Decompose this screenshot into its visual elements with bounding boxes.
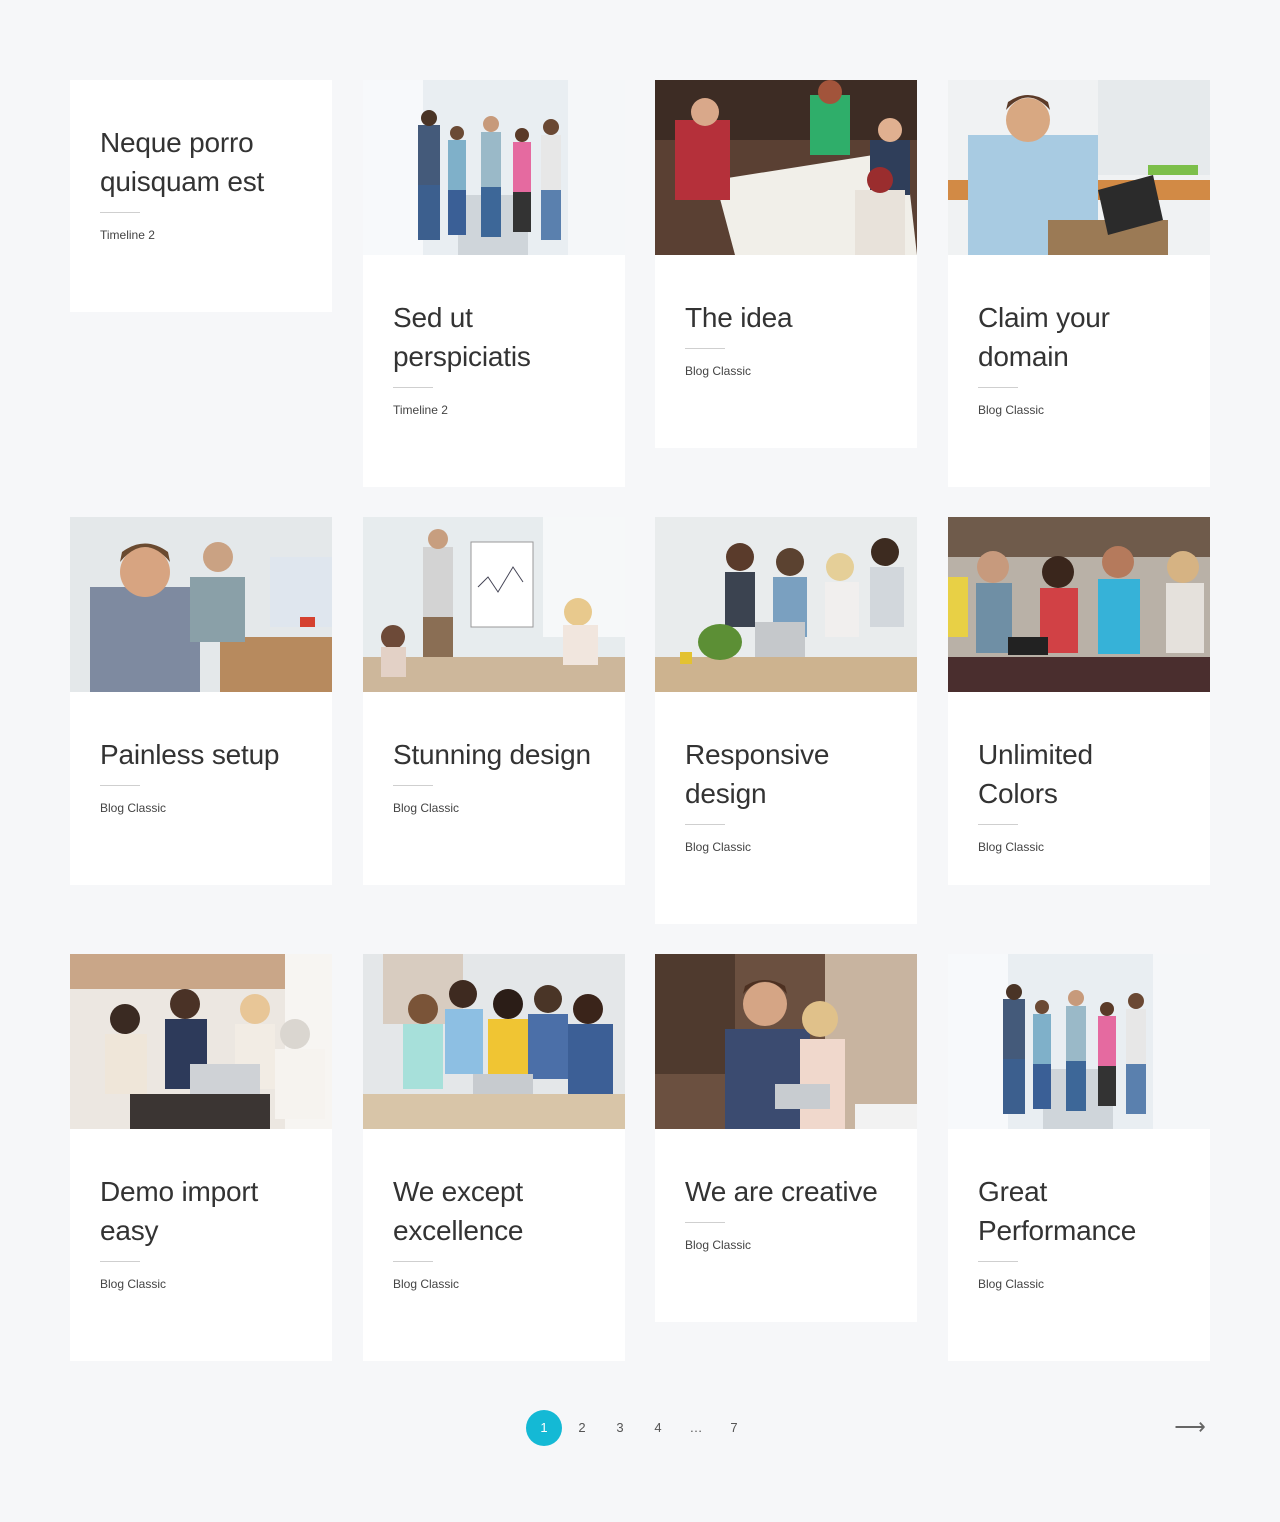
title-divider: [100, 1261, 140, 1262]
page-4-link[interactable]: 4: [640, 1410, 676, 1446]
post-card[interactable]: Neque porro quisquam est Timeline 2: [70, 80, 332, 312]
post-title[interactable]: The idea: [685, 298, 887, 337]
page-7-link[interactable]: 7: [716, 1410, 752, 1446]
post-category[interactable]: Blog Classic: [685, 1238, 887, 1252]
post-title[interactable]: Painless setup: [100, 735, 302, 774]
post-card[interactable]: Responsive design Blog Classic: [655, 517, 917, 924]
arrow-right-icon[interactable]: ⟶: [1172, 1410, 1208, 1446]
post-card[interactable]: The idea Blog Classic: [655, 80, 917, 448]
title-divider: [978, 824, 1018, 825]
post-category[interactable]: Blog Classic: [978, 403, 1180, 417]
title-divider: [393, 785, 433, 786]
title-divider: [685, 1222, 725, 1223]
post-thumbnail[interactable]: [948, 80, 1210, 255]
pagination: 1 2 3 4 … 7 ⟶: [0, 1410, 1280, 1446]
post-thumbnail[interactable]: [655, 517, 917, 692]
title-divider: [100, 212, 140, 213]
post-card[interactable]: Great Performance Blog Classic: [948, 954, 1210, 1361]
title-divider: [100, 785, 140, 786]
post-thumbnail[interactable]: [363, 517, 625, 692]
post-thumbnail[interactable]: [948, 517, 1210, 692]
post-category[interactable]: Timeline 2: [100, 228, 302, 242]
post-title[interactable]: We are creative: [685, 1172, 887, 1211]
title-divider: [978, 1261, 1018, 1262]
post-card[interactable]: Painless setup Blog Classic: [70, 517, 332, 885]
title-divider: [685, 348, 725, 349]
post-card[interactable]: We except excellence Blog Classic: [363, 954, 625, 1361]
post-card[interactable]: Stunning design Blog Classic: [363, 517, 625, 885]
title-divider: [978, 387, 1018, 388]
title-divider: [393, 1261, 433, 1262]
post-card[interactable]: We are creative Blog Classic: [655, 954, 917, 1322]
post-category[interactable]: Blog Classic: [393, 801, 595, 815]
post-category[interactable]: Timeline 2: [393, 403, 595, 417]
blog-grid: Neque porro quisquam est Timeline 2 Sed …: [0, 0, 1280, 1522]
post-title[interactable]: Unlimited Colors: [978, 735, 1180, 813]
post-title[interactable]: Responsive design: [685, 735, 887, 813]
post-card[interactable]: Unlimited Colors Blog Classic: [948, 517, 1210, 885]
post-title[interactable]: We except excellence: [393, 1172, 595, 1250]
post-card[interactable]: Claim your domain Blog Classic: [948, 80, 1210, 487]
post-title[interactable]: Stunning design: [393, 735, 595, 774]
page-ellipsis: …: [689, 1420, 703, 1435]
post-category[interactable]: Blog Classic: [100, 1277, 302, 1291]
title-divider: [685, 824, 725, 825]
post-title[interactable]: Neque porro quisquam est: [100, 123, 302, 201]
page-3-link[interactable]: 3: [602, 1410, 638, 1446]
post-title[interactable]: Demo import easy: [100, 1172, 302, 1250]
post-thumbnail[interactable]: [70, 517, 332, 692]
post-thumbnail[interactable]: [655, 954, 917, 1129]
post-category[interactable]: Blog Classic: [685, 364, 887, 378]
post-category[interactable]: Blog Classic: [100, 801, 302, 815]
post-category[interactable]: Blog Classic: [393, 1277, 595, 1291]
page-2-link[interactable]: 2: [564, 1410, 600, 1446]
post-thumbnail[interactable]: [70, 954, 332, 1129]
post-thumbnail[interactable]: [363, 954, 625, 1129]
post-category[interactable]: Blog Classic: [978, 840, 1180, 854]
post-title[interactable]: Great Performance: [978, 1172, 1180, 1250]
post-thumbnail[interactable]: [655, 80, 917, 255]
post-thumbnail[interactable]: [948, 954, 1210, 1129]
post-thumbnail[interactable]: [363, 80, 625, 255]
post-title[interactable]: Sed ut perspiciatis: [393, 298, 595, 376]
post-card[interactable]: Demo import easy Blog Classic: [70, 954, 332, 1361]
post-card[interactable]: Sed ut perspiciatis Timeline 2: [363, 80, 625, 487]
page-1-link[interactable]: 1: [526, 1410, 562, 1446]
post-category[interactable]: Blog Classic: [685, 840, 887, 854]
title-divider: [393, 387, 433, 388]
post-title[interactable]: Claim your domain: [978, 298, 1180, 376]
post-category[interactable]: Blog Classic: [978, 1277, 1180, 1291]
